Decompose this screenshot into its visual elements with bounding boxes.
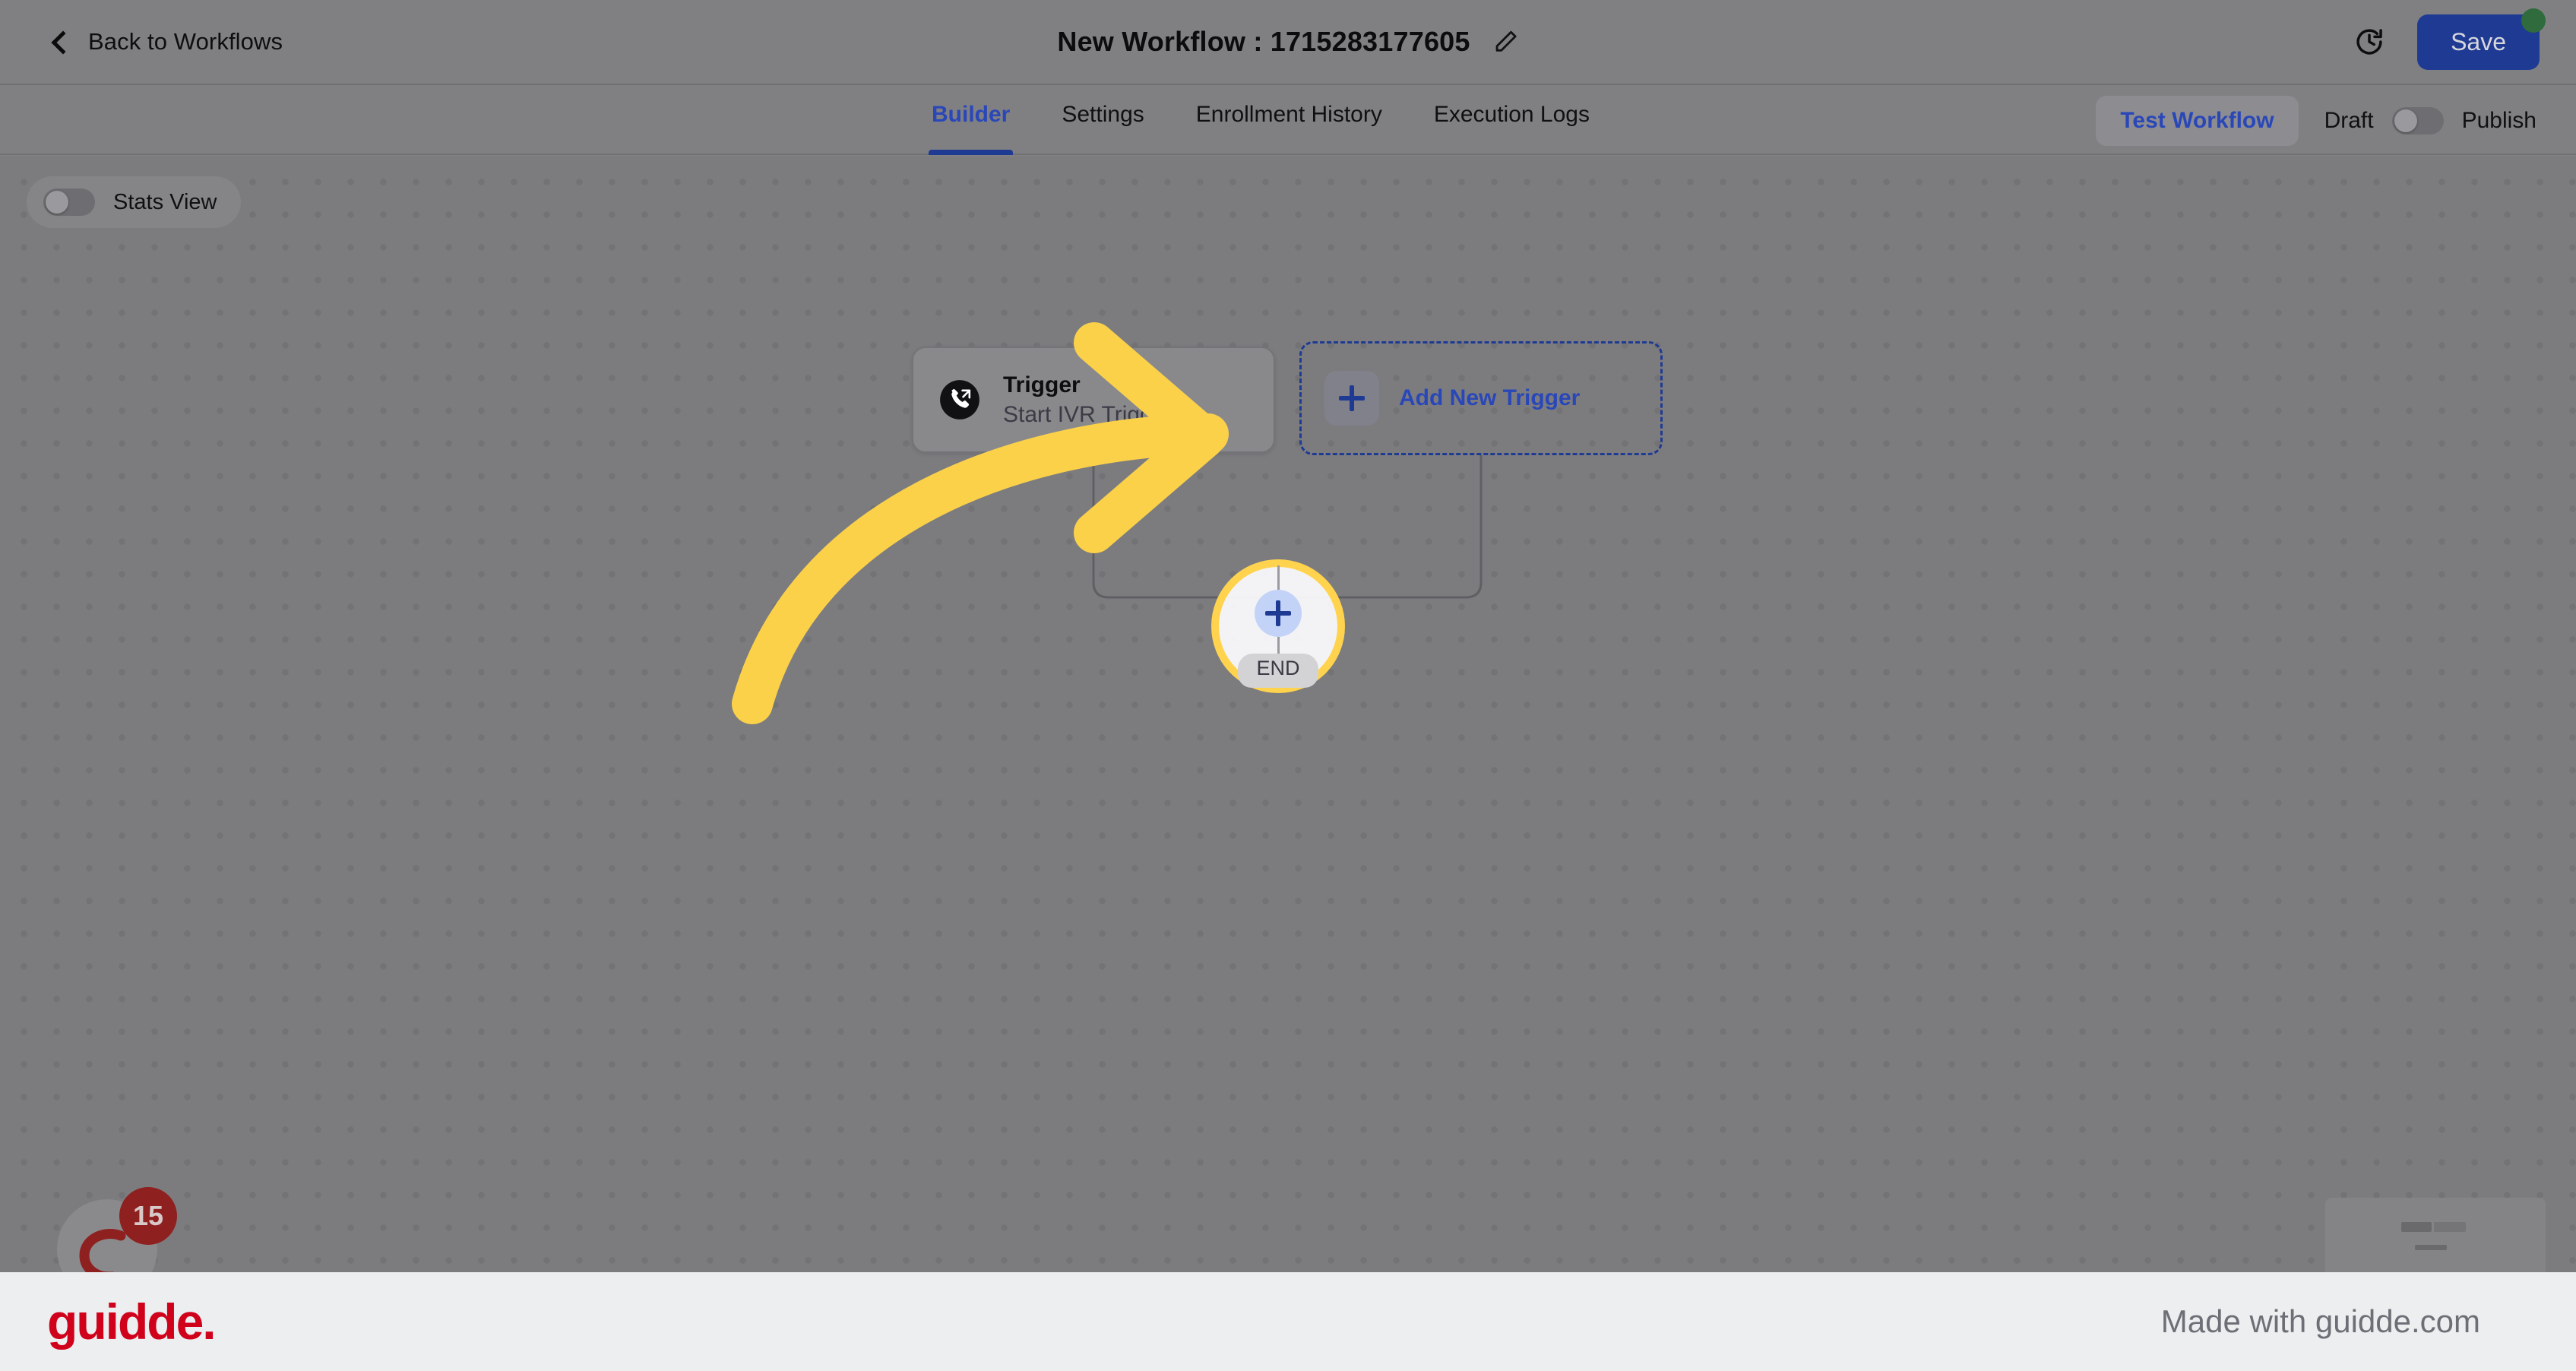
node-trigger-subtitle: Start IVR Trigger bbox=[1003, 402, 1173, 427]
end-node-stem-top bbox=[1277, 565, 1280, 590]
save-status-badge bbox=[2521, 8, 2546, 33]
chat-widget-button[interactable]: 15 bbox=[57, 1187, 177, 1272]
node-trigger-title: Trigger bbox=[1003, 372, 1081, 397]
canvas-minimap[interactable] bbox=[2325, 1198, 2546, 1272]
plus-icon bbox=[1265, 600, 1291, 626]
end-node[interactable]: END bbox=[1211, 559, 1345, 693]
publish-toggle[interactable] bbox=[2391, 107, 2444, 135]
publish-state-group: Draft Publish bbox=[2324, 107, 2536, 135]
phone-outgoing-call-icon bbox=[939, 379, 980, 420]
minimap-node-a bbox=[2401, 1222, 2432, 1232]
tab-settings[interactable]: Settings bbox=[1036, 85, 1169, 155]
history-clock-icon[interactable] bbox=[2353, 26, 2385, 58]
node-trigger-texts: Trigger Start IVR Trigger bbox=[1003, 372, 1172, 427]
title-bar-actions: Save bbox=[2353, 8, 2546, 70]
tab-execution-logs[interactable]: Execution Logs bbox=[1408, 85, 1616, 155]
tab-bar-actions: Test Workflow Draft Publish bbox=[2096, 96, 2536, 146]
back-to-workflows-label: Back to Workflows bbox=[88, 28, 283, 55]
workflow-title-group: New Workflow : 1715283177605 bbox=[1057, 26, 1518, 58]
end-node-label[interactable]: END bbox=[1238, 653, 1318, 688]
curved-arrow-icon bbox=[732, 322, 1229, 724]
test-workflow-button[interactable]: Test Workflow bbox=[2096, 96, 2299, 146]
chevron-left-icon bbox=[51, 30, 75, 55]
publish-toggle-knob bbox=[2394, 109, 2417, 132]
add-new-trigger-label: Add New Trigger bbox=[1399, 385, 1581, 410]
stats-view-toggle-knob bbox=[46, 191, 68, 214]
node-trigger-card[interactable]: Trigger Start IVR Trigger bbox=[912, 347, 1275, 453]
publish-label: Publish bbox=[2461, 108, 2536, 133]
page-title: New Workflow : 1715283177605 bbox=[1057, 26, 1470, 57]
guidde-footer: guidde. Made with guidde.com bbox=[0, 1272, 2576, 1371]
guidde-logo: guidde. bbox=[47, 1293, 217, 1350]
stats-view-control[interactable]: Stats View bbox=[27, 176, 242, 228]
made-with-guidde-label: Made with guidde.com bbox=[2160, 1303, 2480, 1339]
add-step-button[interactable] bbox=[1255, 589, 1302, 637]
screenshot-root: Back to Workflows New Workflow : 1715283… bbox=[0, 0, 2576, 1371]
chat-unread-badge: 15 bbox=[119, 1187, 177, 1245]
title-bar: Back to Workflows New Workflow : 1715283… bbox=[0, 0, 2576, 85]
workflow-canvas[interactable]: Stats View Trigger Start IVR Trigger Add… bbox=[0, 157, 2576, 1272]
stats-view-label: Stats View bbox=[113, 189, 217, 214]
application-window: Back to Workflows New Workflow : 1715283… bbox=[0, 0, 2576, 1272]
minimap-node-c bbox=[2415, 1245, 2447, 1250]
tab-enrollment-history[interactable]: Enrollment History bbox=[1170, 85, 1408, 155]
save-button-wrapper: Save bbox=[2417, 8, 2546, 70]
back-to-workflows-button[interactable]: Back to Workflows bbox=[51, 28, 283, 55]
tab-builder[interactable]: Builder bbox=[906, 85, 1036, 155]
stats-view-toggle[interactable] bbox=[43, 188, 95, 216]
add-new-trigger-card[interactable]: Add New Trigger bbox=[1299, 341, 1663, 455]
tab-list: Builder Settings Enrollment History Exec… bbox=[906, 85, 1616, 155]
tab-bar: Builder Settings Enrollment History Exec… bbox=[0, 85, 2576, 155]
node-connectors bbox=[1092, 454, 1483, 628]
pencil-icon[interactable] bbox=[1493, 29, 1519, 55]
minimap-node-b bbox=[2434, 1222, 2466, 1232]
plus-icon bbox=[1324, 371, 1379, 426]
draft-label: Draft bbox=[2324, 108, 2374, 133]
